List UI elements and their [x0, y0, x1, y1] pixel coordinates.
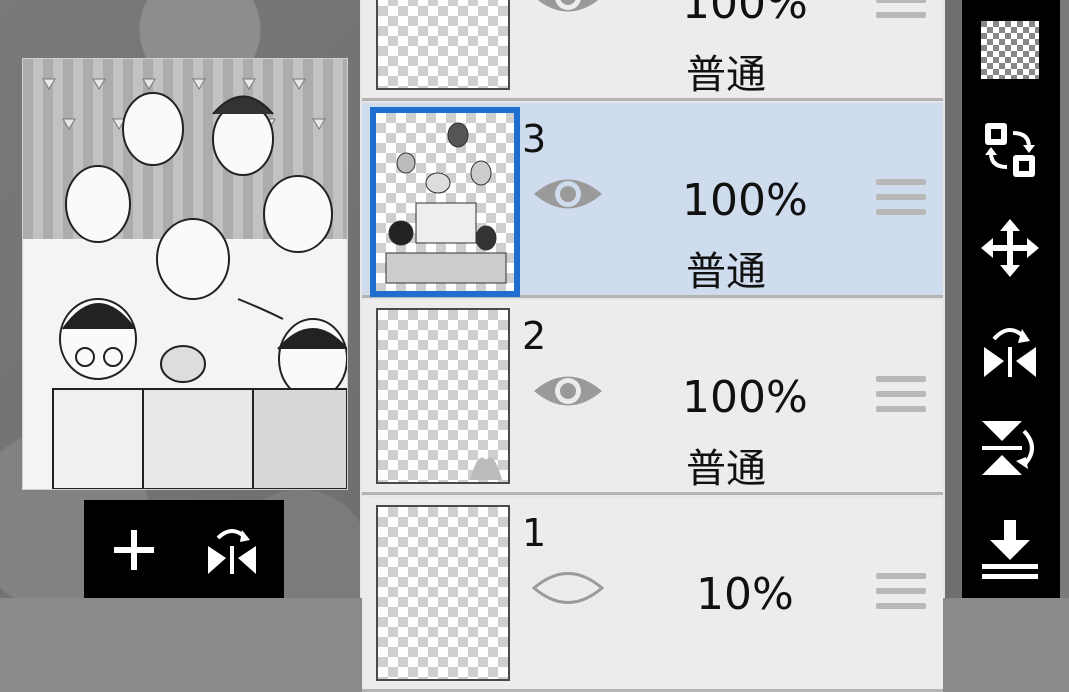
- preview-toolbar: [84, 500, 284, 598]
- layer-thumbnail[interactable]: [376, 308, 510, 484]
- layers-panel: 100% 普通 3 100% 普通 2 100% 普通 1 10%: [360, 0, 945, 692]
- flip-horizontal-icon: [208, 529, 256, 574]
- swap-layer-icon: [985, 123, 1035, 177]
- plus-icon: [114, 530, 154, 570]
- move-icon: [981, 219, 1039, 277]
- layer-row[interactable]: 1 10%: [362, 497, 943, 692]
- eye-icon[interactable]: [532, 171, 604, 217]
- layer-number: 3: [522, 117, 547, 161]
- layer-opacity[interactable]: 100%: [682, 175, 808, 226]
- canvas-preview[interactable]: [22, 58, 348, 490]
- layer-thumbnail[interactable]: [370, 107, 520, 297]
- layer-opacity[interactable]: 100%: [682, 0, 808, 29]
- layer-number: 1: [522, 511, 547, 555]
- layer-thumbnail[interactable]: [376, 505, 510, 681]
- eye-icon[interactable]: [532, 0, 604, 20]
- preview-illustration: [42, 78, 347, 489]
- flip-vertical-icon: [982, 421, 1034, 475]
- layer-opacity[interactable]: 100%: [682, 372, 808, 423]
- flip-horizontal-button[interactable]: [978, 318, 1042, 382]
- drag-handle-icon[interactable]: [876, 573, 926, 618]
- transparency-button[interactable]: [978, 18, 1042, 82]
- layer-thumbnail-art: [385, 122, 507, 284]
- layer-blend-mode[interactable]: 普通: [686, 42, 766, 100]
- layer-number: 2: [522, 314, 547, 358]
- layer-tools-bar: [962, 0, 1060, 598]
- drag-handle-icon[interactable]: [876, 0, 926, 27]
- merge-down-button[interactable]: [978, 516, 1042, 580]
- layer-row-selected[interactable]: 3 100% 普通: [362, 103, 943, 298]
- transparency-icon: [981, 21, 1039, 79]
- layer-blend-mode[interactable]: 普通: [686, 436, 766, 494]
- layer-thumbnail[interactable]: [376, 0, 510, 90]
- swap-layer-button[interactable]: [978, 118, 1042, 182]
- drag-handle-icon[interactable]: [876, 376, 926, 421]
- layer-thumbnail-art: [470, 457, 502, 480]
- layer-blend-mode[interactable]: 普通: [686, 239, 766, 297]
- eye-icon[interactable]: [532, 368, 604, 414]
- flip-vertical-button[interactable]: [978, 416, 1042, 480]
- layer-opacity[interactable]: 10%: [696, 569, 794, 620]
- layer-row[interactable]: 2 100% 普通: [362, 300, 943, 495]
- eye-icon[interactable]: [532, 565, 604, 611]
- drag-handle-icon[interactable]: [876, 179, 926, 224]
- merge-down-icon: [982, 520, 1038, 579]
- flip-preview-button[interactable]: [204, 522, 260, 578]
- add-layer-button[interactable]: [106, 522, 162, 578]
- flip-horizontal-icon: [984, 328, 1036, 377]
- layer-row[interactable]: 100% 普通: [362, 0, 943, 101]
- move-button[interactable]: [978, 216, 1042, 280]
